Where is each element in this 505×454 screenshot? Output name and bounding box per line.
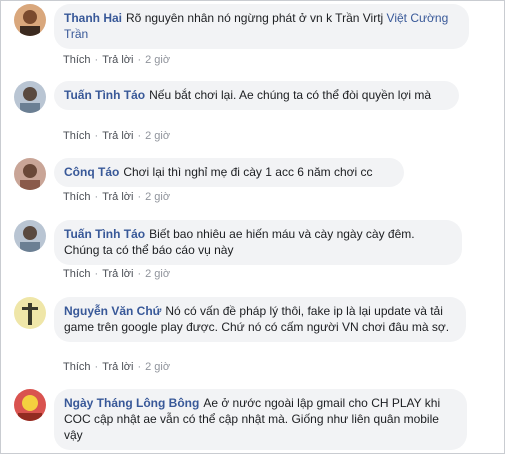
avatar[interactable] bbox=[14, 4, 46, 36]
reply-link[interactable]: Trả lời bbox=[102, 130, 133, 142]
avatar[interactable] bbox=[14, 158, 46, 190]
reply-link[interactable]: Trả lời bbox=[102, 361, 133, 373]
comment-actions: Thích · Trả lời · 2 giờ bbox=[63, 54, 171, 66]
reply-link[interactable]: Trả lời bbox=[102, 268, 133, 280]
comment-author[interactable]: Ngày Tháng Lông Bông bbox=[64, 396, 199, 410]
like-link[interactable]: Thích bbox=[63, 191, 91, 203]
comment-time[interactable]: 2 giờ bbox=[145, 268, 170, 280]
reply-link[interactable]: Trả lời bbox=[102, 54, 133, 66]
avatar[interactable] bbox=[14, 81, 46, 113]
comment-author[interactable]: Cônq Táo bbox=[64, 165, 119, 179]
comment-bubble: Ngày Tháng Lông Bông Ae ở nước ngoài lập … bbox=[54, 389, 467, 450]
user-avatar-icon bbox=[14, 81, 46, 113]
comment-actions: Thích · Trả lời · 2 giờ bbox=[63, 191, 171, 203]
comment-text: Chơi lại thì nghỉ mẹ đi cày 1 acc 6 năm … bbox=[123, 165, 373, 179]
comment-actions: Thích · Trả lời · 2 giờ bbox=[63, 268, 171, 280]
comment-text: Rõ nguyên nhân nó ngừng phát ở vn k Trần… bbox=[126, 11, 387, 25]
comment-author[interactable]: Tuấn Tình Táo bbox=[64, 227, 145, 241]
comment-time[interactable]: 2 giờ bbox=[145, 130, 170, 142]
comment-text: Nếu bắt chơi lại. Ae chúng ta có thể đòi… bbox=[149, 88, 432, 102]
avatar[interactable] bbox=[14, 297, 46, 329]
comment-bubble: Thanh Hai Rõ nguyên nhân nó ngừng phát ở … bbox=[54, 4, 469, 49]
user-avatar-icon bbox=[14, 297, 46, 329]
user-avatar-icon bbox=[14, 389, 46, 421]
comment-time[interactable]: 2 giờ bbox=[145, 361, 170, 373]
comment-bubble: Tuấn Tình Táo Nếu bắt chơi lại. Ae chúng … bbox=[54, 81, 459, 110]
reply-link[interactable]: Trả lời bbox=[102, 191, 133, 203]
comment-author[interactable]: Nguyễn Văn Chứ bbox=[64, 304, 161, 318]
comment-actions: Thích · Trả lời · 2 giờ bbox=[63, 130, 171, 142]
comment-bubble: Nguyễn Văn Chứ Nó có vấn đề pháp lý thôi,… bbox=[54, 297, 466, 342]
comment-bubble: Tuấn Tình Táo Biết bao nhiêu ae hiến máu … bbox=[54, 220, 462, 265]
comment-time[interactable]: 2 giờ bbox=[145, 54, 170, 66]
user-avatar-icon bbox=[14, 4, 46, 36]
avatar[interactable] bbox=[14, 220, 46, 252]
comment-bubble: Cônq Táo Chơi lại thì nghỉ mẹ đi cày 1 ac… bbox=[54, 158, 404, 187]
like-link[interactable]: Thích bbox=[63, 268, 91, 280]
comment-author[interactable]: Tuấn Tình Táo bbox=[64, 88, 145, 102]
comment-time[interactable]: 2 giờ bbox=[145, 191, 170, 203]
user-avatar-icon bbox=[14, 158, 46, 190]
like-link[interactable]: Thích bbox=[63, 361, 91, 373]
avatar[interactable] bbox=[14, 389, 46, 421]
comment-author[interactable]: Thanh Hai bbox=[64, 11, 122, 25]
comment-actions: Thích · Trả lời · 2 giờ bbox=[63, 361, 171, 373]
like-link[interactable]: Thích bbox=[63, 54, 91, 66]
comments-panel: Thanh Hai Rõ nguyên nhân nó ngừng phát ở … bbox=[0, 0, 505, 454]
like-link[interactable]: Thích bbox=[63, 130, 91, 142]
user-avatar-icon bbox=[14, 220, 46, 252]
